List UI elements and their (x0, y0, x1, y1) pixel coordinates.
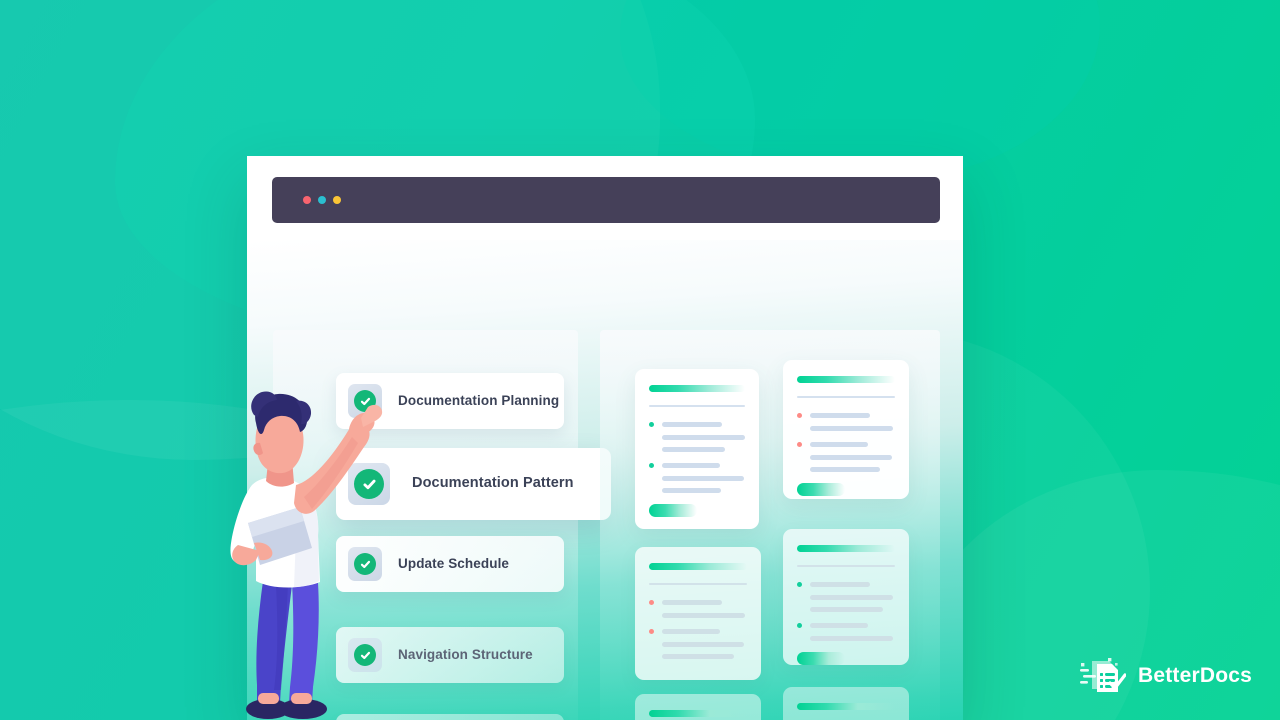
doc-card-button-placeholder[interactable] (649, 504, 697, 517)
bullet-dot (649, 600, 654, 605)
text-line (662, 629, 720, 634)
text-line (662, 435, 745, 440)
doc-card-title-placeholder (797, 376, 895, 383)
doc-card-bullet-group (797, 442, 895, 472)
text-line (810, 455, 892, 460)
doc-card-bullet-group (649, 600, 747, 618)
doc-card-button-placeholder[interactable] (797, 652, 845, 665)
text-line (662, 422, 722, 427)
doc-card-2[interactable] (783, 360, 909, 499)
bullet-dot (797, 623, 802, 628)
doc-card-divider (649, 583, 747, 585)
text-line (810, 607, 883, 612)
doc-card-bullet-group (649, 422, 745, 452)
text-line (662, 642, 744, 647)
text-line (662, 447, 725, 452)
bullet-dot (649, 422, 654, 427)
text-line (662, 476, 744, 481)
doc-card-bullet-group (797, 582, 895, 612)
betterdocs-logo[interactable]: BetterDocs (1079, 656, 1252, 696)
text-line (810, 413, 870, 418)
man-pointing-at-checklist-illustration (230, 391, 383, 719)
browser-titlebar (272, 177, 940, 223)
doc-card-button-placeholder[interactable] (797, 483, 845, 496)
text-line (662, 654, 734, 659)
checklist-item-label: Documentation Planning (398, 393, 560, 409)
doc-card-title-placeholder (649, 710, 747, 717)
doc-card-3[interactable] (635, 547, 761, 680)
doc-card-4[interactable] (783, 529, 909, 665)
minimize-dot[interactable] (318, 196, 326, 204)
text-line (810, 467, 880, 472)
text-line (662, 613, 745, 618)
bullet-dot (797, 413, 802, 418)
text-line (662, 488, 721, 493)
doc-card-divider (649, 405, 745, 407)
text-line (810, 623, 868, 628)
bullet-dot (649, 463, 654, 468)
logo-text: BetterDocs (1137, 664, 1252, 687)
doc-card-1[interactable] (635, 369, 759, 529)
doc-card-divider (797, 565, 895, 567)
doc-card-title-placeholder (649, 385, 745, 392)
doc-card-title-placeholder (797, 703, 895, 710)
doc-card-bullet-group (649, 629, 747, 659)
document-sparkle-icon (1079, 658, 1126, 692)
doc-card-divider (797, 396, 895, 398)
maximize-dot[interactable] (333, 196, 341, 204)
documents-panel (600, 330, 940, 720)
bullet-dot (797, 582, 802, 587)
doc-card-title-placeholder (649, 563, 747, 570)
checklist-item-label: Navigation Structure (398, 647, 533, 663)
doc-card-bullet-group (797, 623, 895, 641)
doc-card-title-placeholder (797, 545, 895, 552)
bullet-dot (797, 442, 802, 447)
text-line (662, 463, 720, 468)
doc-card-6[interactable] (783, 687, 909, 720)
text-line (810, 636, 893, 641)
text-line (810, 442, 868, 447)
doc-card-5[interactable] (635, 694, 761, 720)
text-line (810, 582, 870, 587)
doc-card-bullet-group (797, 413, 895, 431)
text-line (810, 595, 893, 600)
doc-card-bullet-group (649, 463, 745, 493)
bullet-dot (649, 629, 654, 634)
text-line (810, 426, 893, 431)
close-dot[interactable] (303, 196, 311, 204)
checklist-item-label: Update Schedule (398, 556, 510, 572)
checklist-item-label: Documentation Pattern (412, 475, 574, 492)
text-line (662, 600, 722, 605)
